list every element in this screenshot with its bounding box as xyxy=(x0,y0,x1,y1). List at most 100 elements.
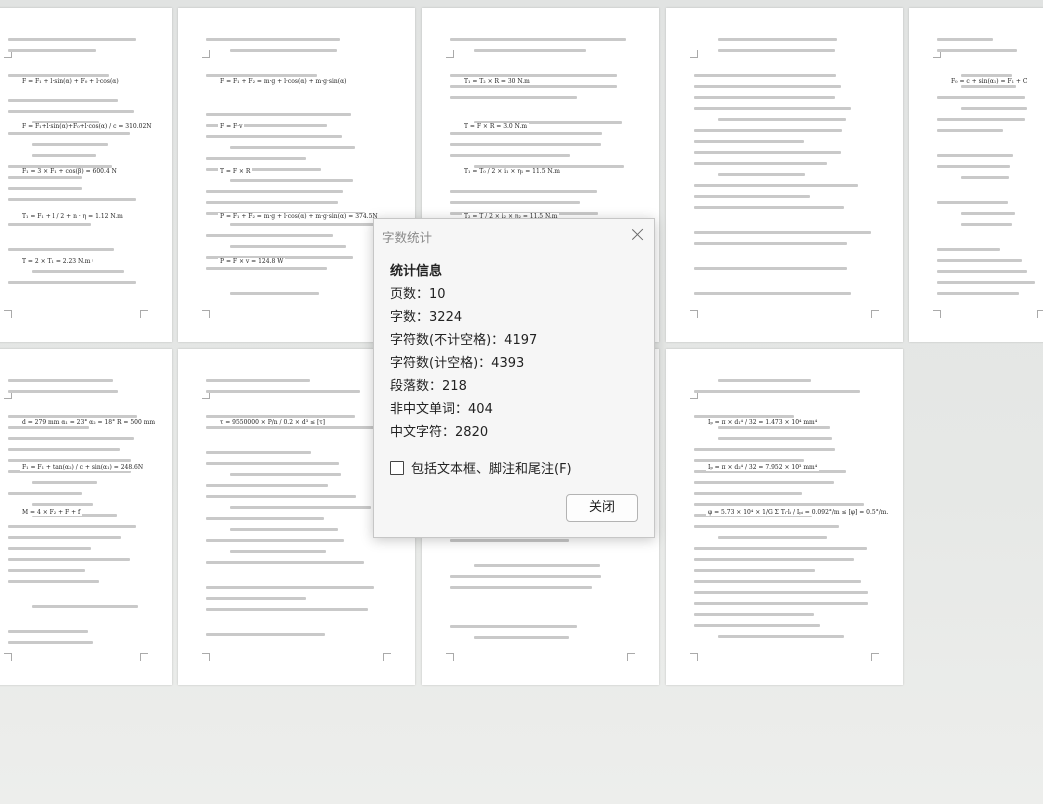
crop-mark xyxy=(871,653,879,661)
text-line xyxy=(450,74,617,77)
crop-mark xyxy=(446,50,454,58)
document-page-thumbnail[interactable] xyxy=(666,8,903,342)
text-line xyxy=(8,641,94,644)
text-line xyxy=(8,49,96,52)
include-textbox-footnotes-checkbox[interactable] xyxy=(390,460,404,475)
text-line xyxy=(937,248,1001,251)
text-line xyxy=(206,495,356,498)
stat-paragraphs: 段落数：218 xyxy=(390,379,467,394)
text-line xyxy=(8,448,121,451)
text-line xyxy=(206,190,344,193)
formula: T = 2 × T₁ = 2.23 N.m xyxy=(20,258,93,265)
text-line xyxy=(206,379,310,382)
text-line xyxy=(718,426,830,429)
text-line xyxy=(8,492,83,495)
document-page-thumbnail[interactable]: F₀ = c + sin(α₁) = F₁ + C xyxy=(909,8,1043,342)
text-line xyxy=(8,536,122,539)
text-line xyxy=(206,426,375,429)
text-line xyxy=(230,473,341,476)
text-line xyxy=(32,481,97,484)
text-line xyxy=(206,608,369,611)
text-line xyxy=(450,85,617,88)
text-line xyxy=(8,580,99,583)
document-page-thumbnail[interactable]: d = 279 mm α₁ = 23° α₂ = 18° R = 500 mm F… xyxy=(0,349,172,685)
formula: M = 4 × F₂ + F + f xyxy=(20,509,83,516)
text-line xyxy=(8,248,115,251)
text-line xyxy=(8,547,92,550)
text-line xyxy=(8,437,135,440)
text-line xyxy=(8,223,91,226)
text-line xyxy=(718,118,846,121)
text-line xyxy=(206,157,306,160)
text-line xyxy=(694,162,827,165)
text-line xyxy=(694,140,804,143)
text-line xyxy=(206,113,351,116)
text-line xyxy=(8,379,114,382)
text-line xyxy=(206,267,327,270)
text-line xyxy=(694,107,851,110)
document-page-thumbnail[interactable]: Iₚ = π × d₁⁴ / 32 = 1.473 × 10⁴ mm⁴ Iₚ = … xyxy=(666,349,903,685)
formula: F₀ = c + sin(α₁) = F₁ + C xyxy=(949,78,1030,85)
crop-mark xyxy=(140,653,148,661)
text-line xyxy=(8,569,85,572)
text-line xyxy=(718,38,837,41)
text-line xyxy=(694,547,868,550)
formula: F = F₁ + l·sin(α) + F₀ + l·cos(α) xyxy=(20,78,121,85)
include-textbox-footnotes-option[interactable]: 包括文本框、脚注和尾注(F) xyxy=(390,458,572,477)
text-line xyxy=(450,96,577,99)
crop-mark xyxy=(871,310,879,318)
text-line xyxy=(8,187,82,190)
dialog-title: 字数统计 xyxy=(382,230,433,245)
text-line xyxy=(694,591,868,594)
crop-mark xyxy=(690,310,698,318)
formula: T₁ = F₁ + l / 2 + n · η = 1.12 N.m xyxy=(20,213,125,220)
text-line xyxy=(230,245,346,248)
text-line xyxy=(8,74,110,77)
text-line xyxy=(937,292,1019,295)
text-line xyxy=(206,451,312,454)
text-line xyxy=(718,635,844,638)
text-line xyxy=(694,558,855,561)
word-count-dialog: 字数统计 统计信息 页数：10 字数：3224 字符数(不计空格)：4197 字… xyxy=(373,218,655,538)
formula: φ = 5.73 × 10⁴ × 1/G Σ Tᵢ·lᵢ / Iₚᵢ = 0.0… xyxy=(706,509,891,516)
text-line xyxy=(206,38,340,41)
text-line xyxy=(694,503,864,506)
formula: τ = 9550000 × P/n / 0.2 × d³ ≤ [τ] xyxy=(218,419,327,426)
statistics-list: 页数：10 字数：3224 字符数(不计空格)：4197 字符数(计空格)：43… xyxy=(390,283,537,444)
formula: F = F₁+l·sin(α)+F₀+l·cos(α) / c = 310.02… xyxy=(20,123,154,130)
formula: F = F₁ + F₂ = m·g + l·cos(α) + m·g·sin(α… xyxy=(218,78,349,85)
text-line xyxy=(694,96,835,99)
stat-chars-no-spaces: 字符数(不计空格)：4197 xyxy=(390,333,538,348)
crop-mark xyxy=(4,653,12,661)
text-line xyxy=(450,190,597,193)
text-line xyxy=(450,132,603,135)
text-line xyxy=(8,198,137,201)
text-line xyxy=(8,281,137,284)
stat-pages: 页数：10 xyxy=(390,287,446,302)
stat-non-chinese-words: 非中文单词：404 xyxy=(390,402,493,417)
text-line xyxy=(694,415,795,418)
text-line xyxy=(937,154,1014,157)
crop-mark xyxy=(627,653,635,661)
document-page-thumbnail[interactable]: F = F₁ + l·sin(α) + F₀ + l·cos(α) F = F₁+… xyxy=(0,8,172,342)
text-line xyxy=(694,624,821,627)
text-line xyxy=(8,110,135,113)
text-line xyxy=(961,212,1016,215)
text-line xyxy=(474,49,586,52)
text-line xyxy=(937,96,1025,99)
close-icon[interactable] xyxy=(630,226,646,242)
text-line xyxy=(32,270,125,273)
text-line xyxy=(937,129,1003,132)
text-line xyxy=(450,154,571,157)
text-line xyxy=(694,481,834,484)
text-line xyxy=(8,176,83,179)
text-line xyxy=(8,459,131,462)
text-line xyxy=(206,484,329,487)
close-button[interactable]: 关闭 xyxy=(566,494,638,522)
text-line xyxy=(694,231,871,234)
text-line xyxy=(450,586,593,589)
text-line xyxy=(206,539,344,542)
text-line xyxy=(32,605,138,608)
text-line xyxy=(450,38,626,41)
formula: F₁ = 3 × F₁ + cos(β) = 600.4 N xyxy=(20,168,119,175)
